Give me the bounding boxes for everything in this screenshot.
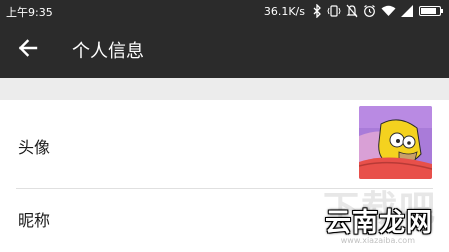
nickname-label: 昵称 [18, 211, 51, 230]
status-icons: 36.1K/s [263, 3, 443, 19]
alarm-icon [363, 4, 376, 18]
wifi-icon [381, 5, 396, 17]
vibrate-icon [327, 4, 341, 18]
page-title: 个人信息 [72, 41, 144, 62]
status-bar: 上午9:35 36.1K/s [0, 0, 449, 22]
avatar-label: 头像 [18, 138, 51, 157]
battery-level-fill [421, 8, 437, 14]
network-speed: 36.1K/s [263, 4, 305, 18]
mute-icon [346, 4, 358, 18]
bluetooth-icon [313, 4, 322, 18]
avatar[interactable] [359, 106, 432, 179]
back-button[interactable] [14, 36, 42, 64]
battery-icon [419, 6, 443, 16]
signal-icon [401, 5, 414, 17]
section-separator [0, 78, 449, 100]
status-time: 上午9:35 [6, 6, 53, 19]
app-bar: 个人信息 [0, 22, 449, 78]
nickname-row[interactable]: 昵称 [0, 189, 449, 252]
arrow-left-icon [18, 38, 38, 62]
